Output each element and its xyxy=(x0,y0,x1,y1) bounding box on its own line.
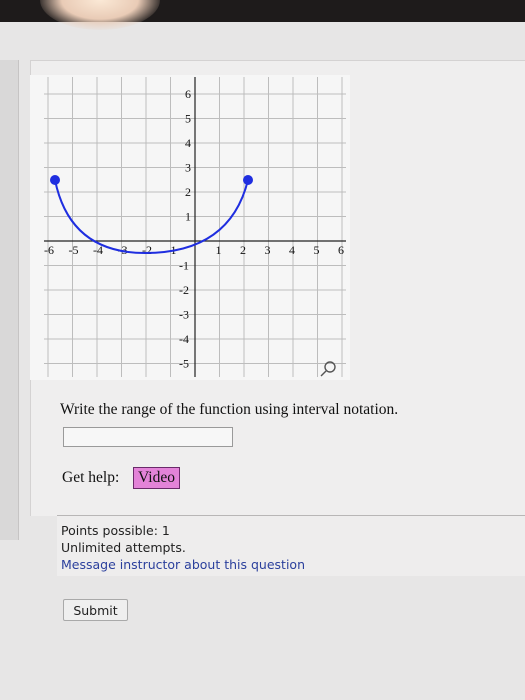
message-instructor-link[interactable]: Message instructor about this question xyxy=(61,557,305,572)
x-tick-label: 5 xyxy=(314,243,320,257)
x-tick-label: -6 xyxy=(44,243,54,257)
y-tick-label: 3 xyxy=(185,161,191,175)
y-tick-label: 5 xyxy=(185,112,191,126)
y-tick-label: -4 xyxy=(179,332,189,346)
x-tick-label: 6 xyxy=(338,243,344,257)
range-answer-input[interactable] xyxy=(63,427,233,447)
y-tick-label: -5 xyxy=(179,357,189,371)
x-tick-label: -2 xyxy=(142,243,152,257)
y-tick-label: 6 xyxy=(185,87,191,101)
question-info-box: Points possible: 1 Unlimited attempts. M… xyxy=(57,515,525,576)
x-tick-label: 2 xyxy=(240,243,246,257)
points-possible-text: Points possible: 1 xyxy=(61,523,170,538)
y-tick-label: 4 xyxy=(185,136,191,150)
video-help-button[interactable]: Video xyxy=(133,467,180,489)
y-tick-label: -2 xyxy=(179,283,189,297)
y-tick-label: -1 xyxy=(179,259,189,273)
x-tick-label: 4 xyxy=(289,243,295,257)
function-graph: -6-5-4-3-2-1123456 654321-1-2-3-4-5-6 xyxy=(30,75,350,380)
left-sidebar-panel xyxy=(0,60,19,540)
x-tick-label: 3 xyxy=(265,243,271,257)
attempts-text: Unlimited attempts. xyxy=(61,540,186,555)
camera-glare xyxy=(40,0,160,30)
y-tick-label: -3 xyxy=(179,308,189,322)
submit-button[interactable]: Submit xyxy=(63,599,128,621)
y-tick-label: 1 xyxy=(185,210,191,224)
y-tick-label: 2 xyxy=(185,185,191,199)
right-endpoint xyxy=(243,175,253,185)
left-endpoint xyxy=(50,175,60,185)
x-tick-label: -5 xyxy=(69,243,79,257)
x-tick-label: 1 xyxy=(216,243,222,257)
get-help-label: Get help: xyxy=(62,469,120,486)
range-question-prompt: Write the range of the function using in… xyxy=(60,401,399,418)
